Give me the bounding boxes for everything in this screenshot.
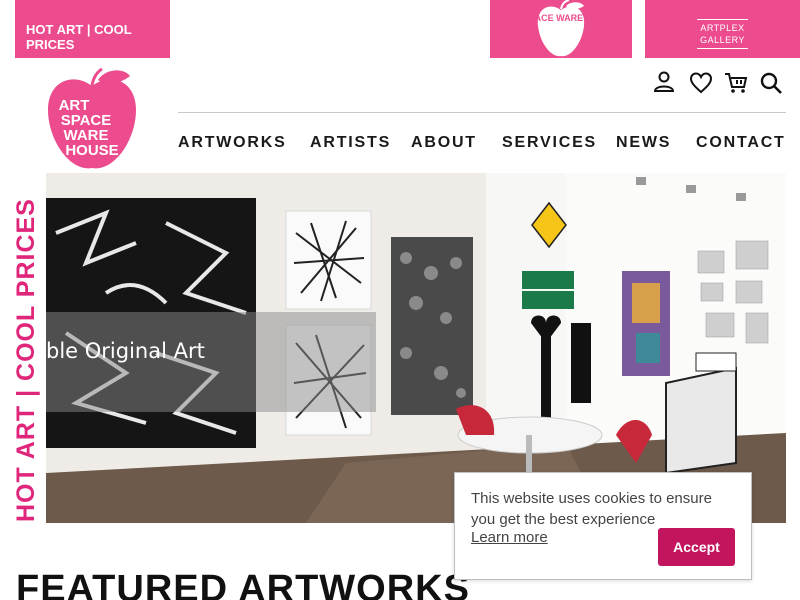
- site-header: ART SPACE WARE HOUSE ARTWORKS ARTISTS AB…: [0, 58, 800, 173]
- side-tagline: HOT ART | COOL PRICES: [12, 198, 40, 522]
- hero-caption: ble Original Art: [46, 339, 205, 363]
- artplex-gallery-logo[interactable]: ARTPLEX GALLERY: [697, 19, 748, 49]
- tagline-box: HOT ART | COOL PRICES: [15, 0, 170, 58]
- learn-more-link[interactable]: Learn more: [471, 529, 548, 546]
- artplex-line2: GALLERY: [700, 35, 745, 45]
- nav-news[interactable]: NEWS: [616, 134, 671, 152]
- header-divider: [178, 112, 786, 113]
- cookie-message: This website uses cookies to ensure you …: [471, 490, 712, 528]
- heart-icon[interactable]: [689, 71, 713, 95]
- accept-button[interactable]: Accept: [658, 528, 735, 566]
- center-logo-text: ART SPACE WARE HOUSE: [502, 13, 617, 23]
- svg-text:HOUSE: HOUSE: [65, 142, 118, 159]
- site-logo[interactable]: ART SPACE WARE HOUSE: [44, 66, 140, 174]
- nav-contact[interactable]: CONTACT: [696, 134, 786, 152]
- featured-artworks-heading: FEATURED ARTWORKS: [16, 568, 470, 600]
- page: HOT ART | COOL PRICES ART SPACE WARE HOU…: [0, 0, 800, 600]
- artplex-line1: ARTPLEX: [700, 23, 745, 33]
- hero-image[interactable]: ble Original Art: [46, 173, 786, 523]
- cookie-banner: This website uses cookies to ensure you …: [454, 472, 752, 580]
- apple-logo-small: ART SPACE WARE HOUSE: [502, 0, 618, 57]
- nav-about[interactable]: ABOUT: [411, 134, 477, 152]
- center-logo-box[interactable]: ART SPACE WARE HOUSE: [490, 0, 632, 58]
- nav-artworks[interactable]: ARTWORKS: [178, 134, 287, 152]
- nav-artists[interactable]: ARTISTS: [310, 134, 391, 152]
- nav-services[interactable]: SERVICES: [502, 134, 597, 152]
- top-banner: HOT ART | COOL PRICES ART SPACE WARE HOU…: [0, 0, 800, 58]
- search-icon[interactable]: [759, 71, 783, 95]
- account-icon[interactable]: [652, 70, 676, 94]
- tagline-text: HOT ART | COOL PRICES: [26, 22, 132, 52]
- cart-icon[interactable]: [724, 71, 748, 95]
